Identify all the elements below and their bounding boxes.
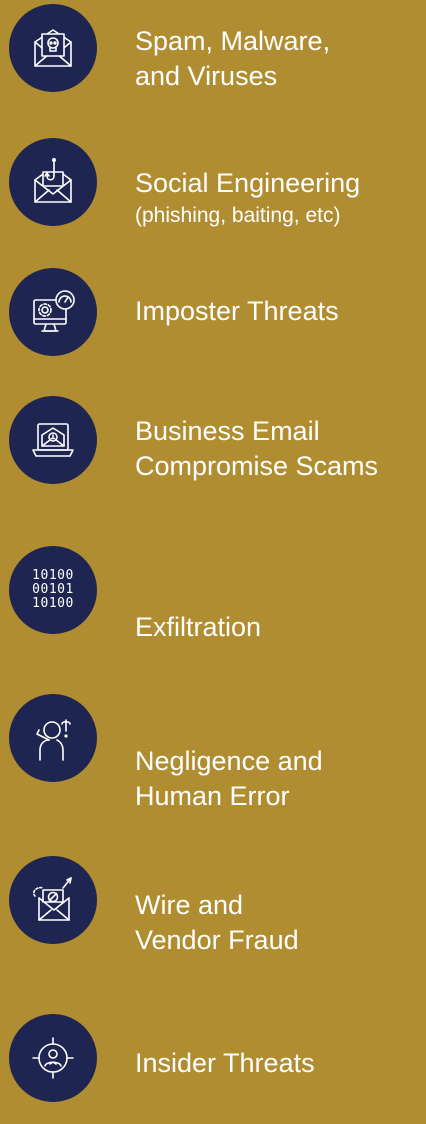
threat-label-line2: Compromise Scams [135,451,379,481]
email-malware-icon [9,4,97,92]
threat-item-bec: Business Email Compromise Scams [0,392,426,502]
threat-label: Social Engineering (phishing, baiting, e… [135,166,420,231]
target-person-icon [9,1014,97,1102]
threat-item-negligence: Negligence and Human Error [0,690,426,811]
threat-label: Exfiltration [135,610,420,645]
threat-label-line1: Social Engineering [135,168,361,198]
threat-label: Imposter Threats [135,294,420,329]
monitor-settings-icon [9,268,97,356]
threat-label: Business Email Compromise Scams [135,414,420,484]
threat-item-imposter: Imposter Threats [0,264,426,374]
threat-item-wire-fraud: Wire and Vendor Fraud [0,856,426,968]
threat-item-exfiltration: 10100 00101 10100 Exfiltration [0,540,426,650]
threat-label-line2: and Viruses [135,61,278,91]
threat-label: Wire and Vendor Fraud [135,888,420,958]
threat-label-line1: Imposter Threats [135,296,339,326]
binary-row: 00101 [32,582,74,597]
phishing-hook-icon [9,138,97,226]
threat-label-line2: Vendor Fraud [135,925,299,955]
threat-label: Negligence and Human Error [135,744,420,814]
binary-row: 10100 [32,568,74,583]
email-fraud-icon [9,856,97,944]
threat-label-line2: Human Error [135,781,290,811]
threat-label-line1: Negligence and [135,746,323,776]
threat-item-social-engineering: Social Engineering (phishing, baiting, e… [0,130,426,240]
laptop-email-icon [9,396,97,484]
threat-item-spam: Spam, Malware, and Viruses [0,0,426,110]
binary-digits: 10100 00101 10100 [32,569,74,611]
threat-label-line1: Spam, Malware, [135,26,331,56]
threat-label-line2: (phishing, baiting, etc) [135,204,341,227]
threat-label-line1: Business Email [135,416,320,446]
binary-row: 10100 [32,596,74,611]
confused-person-icon [9,694,97,782]
threat-label: Spam, Malware, and Viruses [135,24,420,94]
threat-label: Insider Threats [135,1046,420,1081]
threat-label-line1: Insider Threats [135,1048,315,1078]
threat-label-line1: Exfiltration [135,612,262,642]
binary-data-icon: 10100 00101 10100 [9,546,97,634]
threat-label-line1: Wire and [135,890,244,920]
threat-list: Spam, Malware, and Viruses Social Engine… [0,0,426,1108]
